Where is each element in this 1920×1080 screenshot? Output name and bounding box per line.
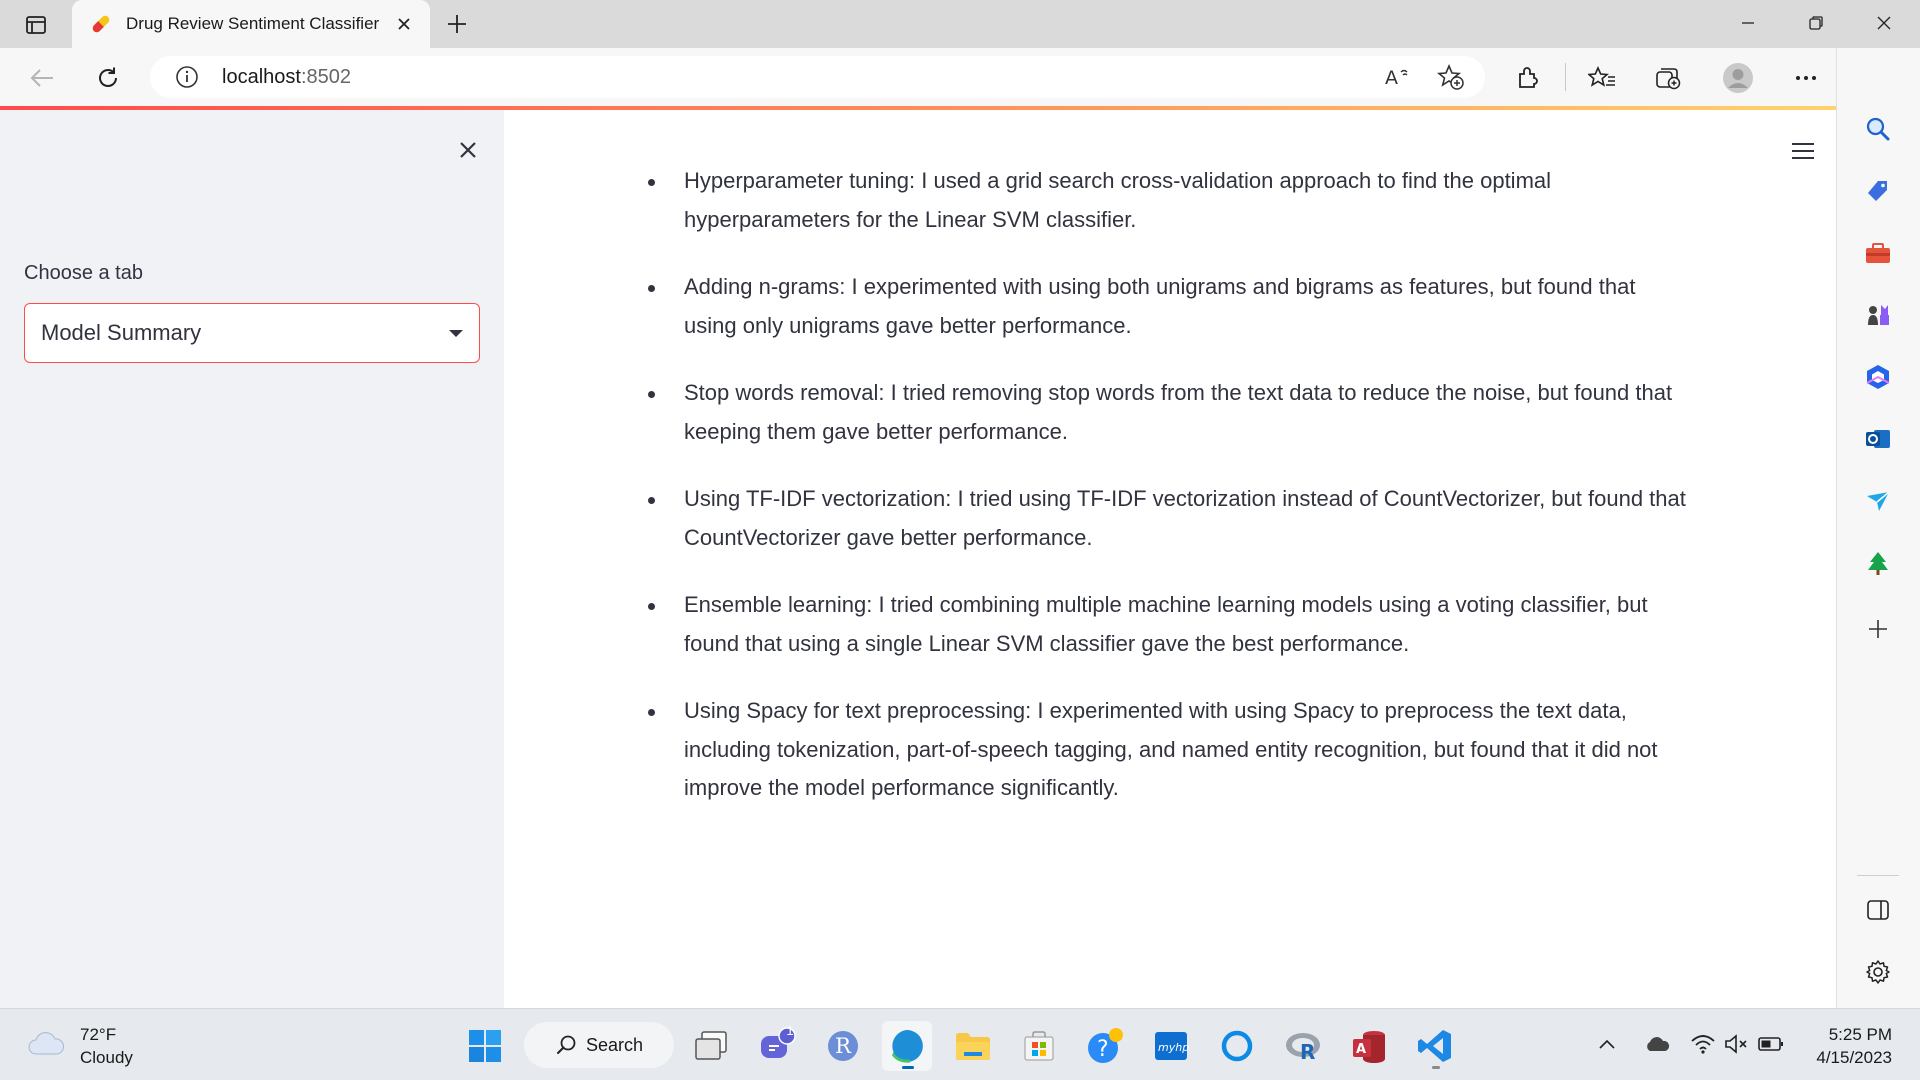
tools-briefcase-icon[interactable]	[1859, 234, 1897, 272]
back-icon[interactable]	[24, 61, 60, 95]
outlook-icon[interactable]	[1859, 420, 1897, 458]
info-icon[interactable]	[174, 64, 200, 90]
windows-start-icon[interactable]	[460, 1021, 510, 1071]
vscode-icon[interactable]	[1410, 1021, 1460, 1071]
settings-gear-icon[interactable]	[1859, 953, 1897, 991]
new-tab-plus-icon[interactable]	[440, 8, 474, 40]
chevron-down-icon	[449, 329, 463, 337]
list-item: Using Spacy for text preprocessing: I ex…	[648, 692, 1694, 808]
file-explorer-icon[interactable]	[948, 1021, 998, 1071]
microsoft-store-icon[interactable]	[1014, 1021, 1064, 1071]
volume-muted-icon[interactable]	[1722, 1029, 1752, 1059]
svg-text:R: R	[1300, 1040, 1315, 1064]
list-item: Ensemble learning: I tried combining mul…	[648, 586, 1694, 663]
app-sidebar: Choose a tab Model Summary	[0, 110, 504, 1008]
wifi-icon[interactable]	[1688, 1029, 1718, 1059]
window-close-icon[interactable]	[1854, 6, 1914, 40]
sidebar-close-icon[interactable]	[452, 134, 484, 166]
list-item: Using TF-IDF vectorization: I tried usin…	[648, 480, 1694, 557]
app-main: Hyperparameter tuning: I used a grid sea…	[504, 110, 1836, 1008]
svg-text:myhp: myhp	[1158, 1041, 1189, 1054]
restore-icon[interactable]	[1786, 6, 1846, 40]
read-aloud-icon[interactable]: A	[1381, 61, 1415, 93]
hamburger-menu-icon[interactable]	[1786, 134, 1820, 168]
windows-taskbar: 72°F Cloudy Search 1 R ? myhp R A 5:25 P…	[0, 1008, 1920, 1080]
microsoft-365-icon[interactable]	[1859, 358, 1897, 396]
weather-desc: Cloudy	[80, 1048, 133, 1067]
search-icon	[557, 1035, 576, 1054]
content-area: Hyperparameter tuning: I used a grid sea…	[648, 162, 1694, 837]
improvements-list: Hyperparameter tuning: I used a grid sea…	[648, 162, 1694, 808]
teams-chat-icon[interactable]: 1	[752, 1021, 802, 1071]
select-label: Choose a tab	[24, 262, 143, 284]
clock-time: 5:25 PM	[1828, 1025, 1892, 1044]
shopping-tag-icon[interactable]	[1859, 172, 1897, 210]
edge-sidebar	[1836, 48, 1920, 1008]
minimize-icon[interactable]	[1718, 6, 1778, 40]
myhp-icon[interactable]: myhp	[1146, 1021, 1196, 1071]
edge-browser-icon[interactable]	[882, 1021, 932, 1071]
tab-title: Drug Review Sentiment Classifier	[126, 14, 380, 33]
tab-select[interactable]: Model Summary	[24, 303, 480, 363]
close-tab-icon[interactable]	[392, 12, 416, 36]
svg-text:?: ?	[1097, 1037, 1109, 1062]
collections-icon[interactable]	[1650, 61, 1686, 95]
toolbar-separator	[1565, 63, 1566, 91]
taskbar-search[interactable]: Search	[524, 1022, 674, 1068]
cloud-icon	[26, 1030, 66, 1063]
r-app-label: R	[835, 1034, 851, 1058]
add-icon[interactable]	[1859, 610, 1897, 648]
profile-avatar-icon[interactable]	[1718, 61, 1758, 95]
refresh-icon[interactable]	[90, 61, 126, 95]
teams-badge: 1	[786, 1023, 794, 1038]
svg-text:A: A	[1385, 67, 1398, 89]
split-screen-icon[interactable]	[1859, 891, 1897, 929]
extensions-icon[interactable]	[1510, 61, 1546, 95]
search-icon[interactable]	[1859, 110, 1897, 148]
task-view-icon[interactable]	[686, 1021, 736, 1071]
tree-icon[interactable]	[1859, 544, 1897, 582]
cortana-icon[interactable]	[1212, 1021, 1262, 1071]
access-database-icon[interactable]: A	[1344, 1021, 1394, 1071]
list-item: Stop words removal: I tried removing sto…	[648, 374, 1694, 451]
address-bar[interactable]: localhost:8502 A	[150, 56, 1485, 98]
browser-tab[interactable]: Drug Review Sentiment Classifier	[72, 0, 430, 48]
games-chess-icon[interactable]	[1859, 296, 1897, 334]
select-value: Model Summary	[41, 320, 202, 345]
add-favorite-icon[interactable]	[1434, 61, 1468, 93]
svg-text:A: A	[1356, 1042, 1366, 1057]
url-text: localhost:8502	[222, 65, 351, 88]
onedrive-cloud-icon[interactable]	[1642, 1029, 1672, 1059]
battery-icon[interactable]	[1756, 1029, 1786, 1059]
system-clock[interactable]: 5:25 PM 4/15/2023	[1800, 1023, 1892, 1069]
browser-toolbar: localhost:8502 A	[0, 48, 1920, 106]
r-app-icon[interactable]: R	[818, 1021, 868, 1071]
browser-tabstrip: Drug Review Sentiment Classifier	[0, 0, 1920, 48]
list-item: Adding n-grams: I experimented with usin…	[648, 268, 1694, 345]
search-label: Search	[586, 1034, 644, 1055]
weather-widget[interactable]: 72°F Cloudy	[26, 1023, 133, 1069]
active-indicator	[902, 1066, 914, 1069]
send-icon[interactable]	[1859, 482, 1897, 520]
chevron-up-icon[interactable]	[1592, 1029, 1622, 1059]
more-options-icon[interactable]	[1788, 61, 1824, 95]
rstudio-icon[interactable]: R	[1278, 1021, 1328, 1071]
pill-favicon-icon	[88, 11, 114, 37]
get-help-icon[interactable]: ?	[1080, 1021, 1130, 1071]
tab-actions-icon[interactable]	[14, 10, 58, 40]
clock-date: 4/15/2023	[1816, 1048, 1892, 1067]
running-indicator	[1432, 1066, 1440, 1069]
favorites-icon[interactable]	[1584, 61, 1620, 95]
list-item: Hyperparameter tuning: I used a grid sea…	[648, 162, 1694, 239]
edge-sidebar-separator	[1857, 875, 1899, 876]
weather-temp: 72°F	[80, 1025, 117, 1044]
